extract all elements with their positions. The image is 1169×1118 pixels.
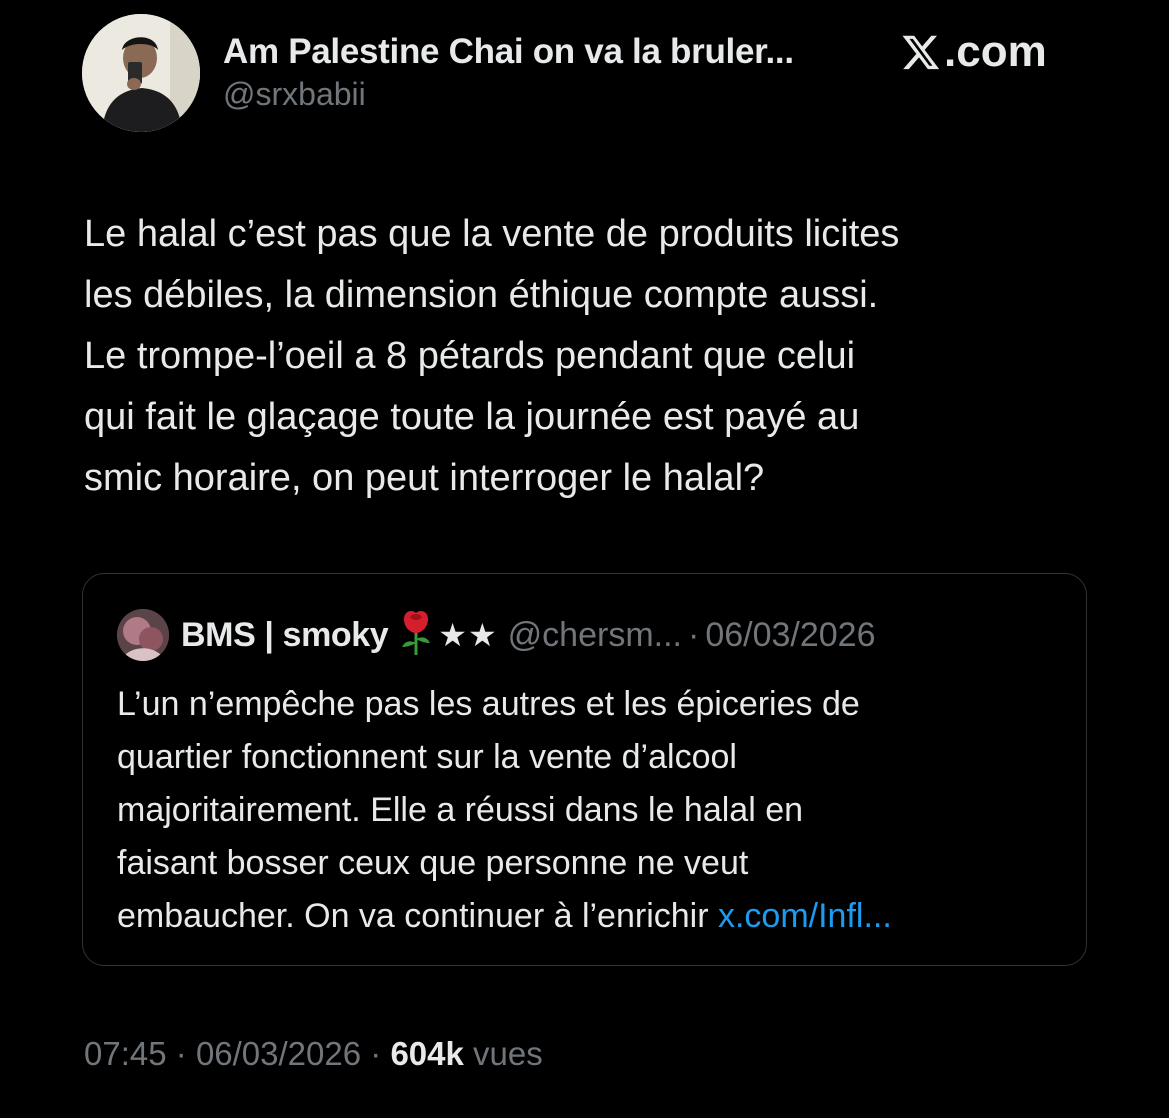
quoted-line: embaucher. On va continuer à l’enrichir: [117, 897, 718, 935]
tweet-time[interactable]: 07:45: [84, 1035, 167, 1072]
quoted-author-avatar[interactable]: [117, 609, 169, 661]
brand-logo: .com: [900, 30, 1047, 74]
tweet-card: Am Palestine Chai on va la bruler... @sr…: [0, 0, 1169, 1118]
quoted-tweet-header: BMS | smoky ★★ @chersm... · 06/03/2026: [117, 608, 876, 662]
quoted-author-handle[interactable]: @chersm...: [508, 616, 682, 655]
brand-domain-label: .com: [944, 27, 1047, 76]
rose-icon: [402, 611, 431, 655]
person-avatar-icon: [82, 14, 200, 132]
quoted-tweet[interactable]: BMS | smoky ★★ @chersm... · 06/03/2026 L…: [82, 573, 1087, 966]
author-avatar[interactable]: [82, 14, 200, 132]
tweet-line: smic horaire, on peut interroger le hala…: [84, 457, 765, 499]
author-handle[interactable]: @srxbabii: [223, 74, 794, 114]
separator-dot: ·: [370, 1035, 382, 1072]
quoted-tweet-link[interactable]: x.com/Infl...: [718, 897, 892, 935]
tweet-meta: 07:45 · 06/03/2026 · 604k vues: [84, 1032, 543, 1076]
views-label: vues: [473, 1035, 543, 1072]
tweet-header: Am Palestine Chai on va la bruler... @sr…: [82, 14, 1072, 134]
tweet-line: Le trompe-l’oeil a 8 pétards pendant que…: [84, 335, 856, 377]
tweet-date[interactable]: 06/03/2026: [196, 1035, 361, 1072]
author-info: Am Palestine Chai on va la bruler... @sr…: [223, 32, 794, 114]
quoted-tweet-text: L’un n’empêche pas les autres et les épi…: [117, 678, 1077, 943]
tweet-line: les débiles, la dimension éthique compte…: [84, 274, 879, 316]
quoted-line: faisant bosser ceux que personne ne veut: [117, 844, 749, 882]
quoted-author-name[interactable]: BMS | smoky: [181, 616, 389, 655]
quoted-line: L’un n’empêche pas les autres et les épi…: [117, 685, 860, 723]
separator-dot: ·: [688, 615, 700, 654]
tweet-line: Le halal c’est pas que la vente de produ…: [84, 213, 900, 255]
quoted-author-stars: ★★: [438, 617, 498, 653]
quoted-line: majoritairement. Elle a réussi dans le h…: [117, 791, 804, 829]
person-avatar-icon: [117, 609, 169, 661]
views-count: 604k: [390, 1035, 464, 1072]
x-logo-icon: [902, 35, 940, 70]
author-display-name[interactable]: Am Palestine Chai on va la bruler...: [223, 32, 794, 72]
quoted-line: quartier fonctionnent sur la vente d’alc…: [117, 738, 737, 776]
quoted-tweet-date[interactable]: 06/03/2026: [705, 616, 875, 655]
tweet-text: Le halal c’est pas que la vente de produ…: [84, 204, 1084, 509]
separator-dot: ·: [175, 1035, 187, 1072]
tweet-line: qui fait le glaçage toute la journée est…: [84, 396, 860, 438]
